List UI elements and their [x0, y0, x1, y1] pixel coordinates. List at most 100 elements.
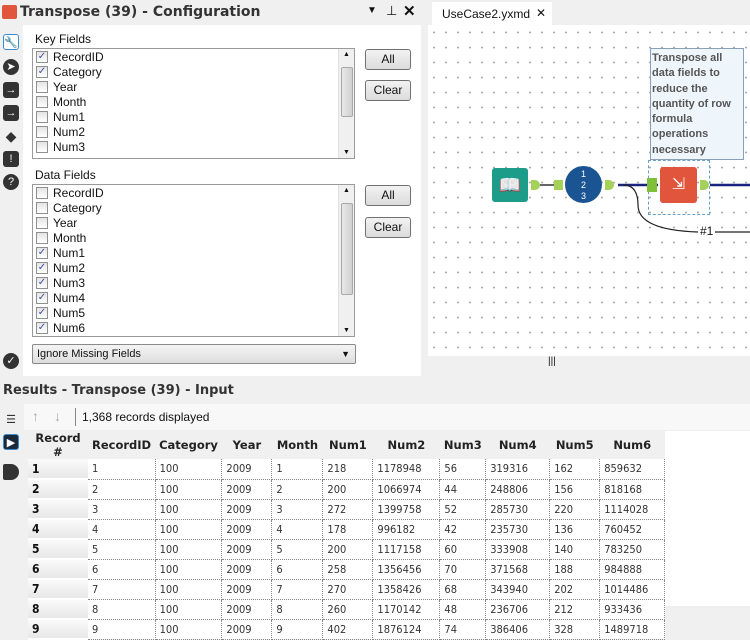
list-icon[interactable]: ☰: [3, 412, 19, 428]
table-cell[interactable]: 100: [155, 539, 223, 560]
column-header[interactable]: Num5: [549, 431, 600, 459]
table-cell[interactable]: 70: [439, 559, 487, 580]
table-cell[interactable]: 100: [155, 619, 223, 640]
table-cell[interactable]: 100: [155, 479, 223, 500]
tag-icon[interactable]: [3, 464, 19, 480]
table-cell[interactable]: 2009: [221, 559, 273, 580]
table-cell[interactable]: 100: [155, 599, 223, 620]
checkbox[interactable]: ✓: [36, 65, 48, 78]
table-cell[interactable]: 7: [88, 579, 156, 600]
table-cell[interactable]: 386406: [485, 619, 551, 640]
table-row[interactable]: 6 6 100 2009 6 258 1356456 70 371568 188 984888: [28, 559, 666, 580]
checkbox[interactable]: ✓: [36, 261, 48, 274]
table-cell[interactable]: 1178948: [372, 459, 441, 480]
table-cell[interactable]: 8: [88, 599, 156, 620]
table-cell[interactable]: 5: [88, 539, 156, 560]
checkbox[interactable]: [36, 201, 48, 214]
table-cell[interactable]: 319316: [485, 459, 551, 480]
checkbox[interactable]: [36, 95, 48, 108]
table-cell[interactable]: 402: [322, 619, 374, 640]
table-cell[interactable]: 2009: [221, 479, 273, 500]
table-cell[interactable]: 2: [88, 479, 156, 500]
key-fields-scrollbar[interactable]: ▲ ▼: [338, 49, 354, 158]
table-cell[interactable]: 2009: [221, 539, 273, 560]
table-cell[interactable]: 235730: [485, 519, 551, 540]
table-cell[interactable]: 7: [28, 579, 88, 600]
table-cell[interactable]: 52: [439, 499, 487, 520]
column-header[interactable]: Year: [221, 431, 272, 459]
table-cell[interactable]: 2: [28, 479, 88, 500]
tag-icon[interactable]: ◆: [3, 128, 19, 144]
table-cell[interactable]: 48: [439, 599, 487, 620]
dropdown-icon[interactable]: ▼: [367, 5, 377, 16]
table-cell[interactable]: 100: [155, 499, 223, 520]
transpose-tool-icon[interactable]: ⇲: [660, 167, 697, 203]
output-icon[interactable]: →: [3, 105, 19, 121]
checkbox[interactable]: ✓: [36, 321, 48, 334]
column-header[interactable]: Category: [155, 431, 222, 459]
field-item[interactable]: ✓ Num6: [33, 320, 354, 335]
table-cell[interactable]: 3: [28, 499, 88, 520]
table-cell[interactable]: 44: [439, 479, 487, 500]
table-cell[interactable]: 1489718: [599, 619, 666, 640]
input-data-tool-icon[interactable]: 📖: [492, 168, 528, 202]
anchor-in[interactable]: [554, 180, 563, 190]
table-cell[interactable]: 984888: [599, 559, 666, 580]
data-fields-scrollbar[interactable]: ▲ ▼: [338, 185, 354, 336]
table-cell[interactable]: 218: [322, 459, 374, 480]
field-item[interactable]: ✓ Num4: [33, 290, 354, 305]
table-cell[interactable]: 328: [549, 619, 601, 640]
field-item[interactable]: ✓ RecordID: [33, 49, 354, 64]
table-cell[interactable]: 4: [88, 519, 156, 540]
table-cell[interactable]: 3: [271, 499, 324, 520]
table-cell[interactable]: 200: [322, 539, 374, 560]
table-cell[interactable]: 285730: [485, 499, 551, 520]
table-cell[interactable]: 2: [271, 479, 324, 500]
table-row[interactable]: 9 9 100 2009 9 402 1876124 74 386406 328 1489718: [28, 619, 666, 640]
table-cell[interactable]: 333908: [485, 539, 551, 560]
checkbox[interactable]: ✓: [36, 291, 48, 304]
arrow-up-icon[interactable]: ↑: [32, 408, 39, 424]
field-item[interactable]: ✓ Num3: [33, 275, 354, 290]
checkbox[interactable]: ✓: [36, 246, 48, 259]
table-cell[interactable]: 2009: [221, 619, 273, 640]
table-cell[interactable]: 1014486: [599, 579, 666, 600]
table-cell[interactable]: 272: [322, 499, 374, 520]
table-row[interactable]: 1 1 100 2009 1 218 1178948 56 319316 162 859632: [28, 459, 666, 480]
table-row[interactable]: 7 7 100 2009 7 270 1358426 68 343940 202 1014486: [28, 579, 666, 600]
table-cell[interactable]: 68: [439, 579, 487, 600]
table-cell[interactable]: 996182: [372, 519, 441, 540]
column-header[interactable]: Month: [271, 431, 323, 459]
column-header[interactable]: Num6: [599, 431, 665, 459]
table-cell[interactable]: 200: [322, 479, 374, 500]
table-cell[interactable]: 1117158: [372, 539, 441, 560]
canvas-tab[interactable]: UseCase2.yxmd ✕: [432, 2, 552, 25]
data-all-button[interactable]: All: [365, 185, 411, 206]
field-item[interactable]: Num1: [33, 109, 354, 124]
pin-icon[interactable]: ⊥: [386, 3, 397, 19]
table-cell[interactable]: 2009: [221, 459, 273, 480]
table-cell[interactable]: 6: [88, 559, 156, 580]
close-tab-icon[interactable]: ✕: [536, 6, 546, 20]
key-all-button[interactable]: All: [365, 49, 411, 70]
table-cell[interactable]: 100: [155, 579, 223, 600]
checkbox[interactable]: [36, 125, 48, 138]
input-icon[interactable]: →: [3, 82, 19, 98]
field-item[interactable]: ✓ Num2: [33, 260, 354, 275]
table-cell[interactable]: 783250: [599, 539, 666, 560]
table-cell[interactable]: 100: [155, 559, 223, 580]
field-item[interactable]: Month: [33, 230, 354, 245]
checkbox[interactable]: [36, 140, 48, 153]
workflow-canvas[interactable]: Transpose all data fields to reduce the …: [428, 25, 750, 370]
table-cell[interactable]: 8: [28, 599, 88, 620]
field-item[interactable]: Month: [33, 94, 354, 109]
table-cell[interactable]: 3: [88, 499, 156, 520]
column-header[interactable]: RecordID: [88, 431, 156, 459]
key-clear-button[interactable]: Clear: [365, 80, 411, 101]
column-header[interactable]: Num1: [322, 431, 373, 459]
table-cell[interactable]: 2009: [221, 499, 273, 520]
table-cell[interactable]: 4: [28, 519, 88, 540]
table-cell[interactable]: 136: [549, 519, 601, 540]
column-header[interactable]: Num2: [372, 431, 440, 459]
table-row[interactable]: 3 3 100 2009 3 272 1399758 52 285730 220 1114028: [28, 499, 666, 520]
